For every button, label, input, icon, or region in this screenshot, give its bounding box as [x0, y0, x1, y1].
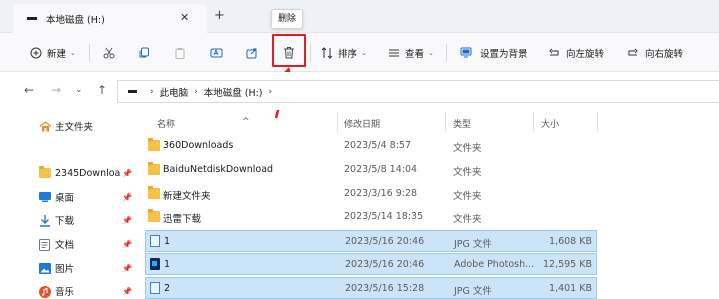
back-arrow-icon[interactable]: ← — [24, 83, 34, 97]
file-size: 12,595 KB — [542, 259, 592, 270]
file-type: 文件夹 — [453, 191, 482, 202]
file-name: 迅雷下载 — [163, 214, 202, 225]
pictures-icon — [39, 263, 51, 274]
file-date: 2023/5/16 20:46 — [345, 236, 425, 247]
file-date: 2023/5/14 18:35 — [344, 211, 424, 222]
music-icon — [39, 286, 51, 298]
folder-icon — [148, 209, 160, 222]
sidebar-item-home[interactable]: 主文件夹 — [0, 115, 135, 137]
list-item-selected[interactable]: 2 2023/5/16 15:28 JPG 文件 1,401 KB — [145, 277, 597, 299]
sidebar-item-label: 桌面 — [55, 193, 75, 204]
file-type: JPG 文件 — [454, 286, 492, 297]
file-list: ^ 名称 修改日期 类型 大小 360Downloads 2023/5/4 8:… — [145, 110, 719, 299]
file-type: 文件夹 — [453, 167, 482, 178]
column-header-row: ^ 名称 修改日期 类型 大小 — [145, 110, 719, 134]
sidebar-item-label: 音乐 — [55, 287, 75, 298]
sidebar-item-label: 主文件夹 — [55, 122, 94, 133]
file-date: 2023/5/4 8:57 — [344, 140, 412, 151]
folder-icon — [148, 186, 160, 199]
breadcrumb-chevron-icon[interactable]: › — [150, 87, 154, 97]
file-name: BaiduNetdiskDownload — [163, 164, 274, 175]
list-item[interactable]: 360Downloads 2023/5/4 8:57 文件夹 — [145, 135, 597, 157]
sidebar-item-label: 图片 — [55, 264, 75, 275]
document-icon — [39, 239, 51, 251]
file-name: 1 — [164, 236, 171, 247]
sidebar-item-label: 文档 — [55, 240, 75, 251]
pin-icon[interactable]: 📌 — [122, 240, 132, 249]
sidebar-item-label: 2345Downloads — [55, 167, 121, 179]
folder-icon — [148, 162, 160, 175]
list-item[interactable]: 迅雷下载 2023/5/14 18:35 文件夹 — [145, 206, 597, 228]
list-item[interactable]: BaiduNetdiskDownload 2023/5/8 14:04 文件夹 — [145, 159, 597, 181]
column-header-type[interactable]: 类型 — [453, 117, 471, 130]
file-type: 文件夹 — [453, 143, 482, 154]
sidebar-item-desktop[interactable]: 桌面 📌 — [0, 186, 135, 208]
list-item-selected[interactable]: 1 2023/5/16 20:46 Adobe Photosh... 12,59… — [145, 253, 597, 275]
up-arrow-icon[interactable]: ↑ — [97, 83, 107, 97]
sidebar-item-pictures[interactable]: 图片 📌 — [0, 257, 135, 279]
file-name: 1 — [164, 259, 171, 270]
column-header-date[interactable]: 修改日期 — [344, 117, 380, 130]
pin-icon[interactable]: 📌 — [122, 216, 132, 225]
breadcrumb-this-pc[interactable]: 此电脑 — [160, 85, 189, 99]
drive-icon — [128, 90, 137, 93]
navigation-pane: 主文件夹 2345Downloads 📌 桌面 📌 下载 📌 文档 📌 图片 📌 — [0, 110, 135, 299]
file-type: 文件夹 — [453, 214, 482, 225]
desktop-icon — [39, 192, 51, 202]
sort-ascending-icon: ^ — [242, 117, 250, 127]
folder-icon — [148, 138, 160, 151]
file-date: 2023/3/16 9:28 — [344, 188, 418, 199]
column-header-size[interactable]: 大小 — [541, 117, 559, 130]
file-name: 2 — [164, 283, 171, 294]
pin-icon[interactable]: 📌 — [122, 287, 132, 296]
jpg-file-icon — [150, 282, 160, 294]
jpg-file-icon — [150, 235, 160, 247]
psd-file-icon — [150, 258, 160, 270]
column-divider[interactable] — [533, 112, 534, 132]
list-item-selected[interactable]: 1 2023/5/16 20:46 JPG 文件 1,608 KB — [145, 230, 597, 252]
breadcrumb-chevron-icon[interactable]: › — [194, 87, 198, 97]
file-size: 1,608 KB — [549, 236, 592, 247]
file-name: 新建文件夹 — [163, 191, 211, 202]
pin-icon[interactable]: 📌 — [122, 264, 132, 273]
column-divider[interactable] — [445, 112, 446, 132]
file-size: 1,401 KB — [549, 283, 592, 294]
pin-icon[interactable]: 📌 — [122, 193, 132, 202]
sidebar-item-downloads[interactable]: 下载 📌 — [0, 209, 135, 231]
folder-icon — [39, 166, 51, 178]
breadcrumb-chevron-icon[interactable]: › — [269, 87, 273, 97]
file-date: 2023/5/8 14:04 — [344, 164, 418, 175]
recent-chevron-down-icon[interactable]: ⌄ — [75, 85, 83, 95]
file-type: Adobe Photosh... — [454, 259, 535, 270]
file-date: 2023/5/16 15:28 — [345, 283, 425, 294]
list-item[interactable]: 新建文件夹 2023/3/16 9:28 文件夹 — [145, 183, 597, 205]
pin-icon[interactable]: 📌 — [122, 169, 132, 178]
breadcrumb-local-disk[interactable]: 本地磁盘 (H:) — [204, 85, 263, 99]
sidebar-item-2345downloads[interactable]: 2345Downloads 📌 — [0, 162, 135, 184]
address-bar[interactable]: › 此电脑 › 本地磁盘 (H:) › — [117, 80, 719, 103]
sidebar-item-documents[interactable]: 文档 📌 — [0, 233, 135, 255]
column-divider[interactable] — [597, 112, 598, 132]
download-icon — [39, 215, 51, 227]
file-date: 2023/5/16 20:46 — [345, 259, 425, 270]
file-name: 360Downloads — [163, 140, 234, 151]
forward-arrow-icon[interactable]: → — [51, 83, 61, 97]
file-type: JPG 文件 — [454, 239, 492, 250]
sidebar-item-label: 下载 — [55, 216, 75, 227]
column-divider[interactable] — [337, 112, 338, 132]
navigation-bar: ← → ⌄ ↑ › 此电脑 › 本地磁盘 (H:) › — [0, 72, 719, 110]
column-header-name[interactable]: 名称 — [157, 117, 175, 130]
sidebar-item-music[interactable]: 音乐 📌 — [0, 280, 135, 299]
home-icon — [39, 121, 52, 132]
